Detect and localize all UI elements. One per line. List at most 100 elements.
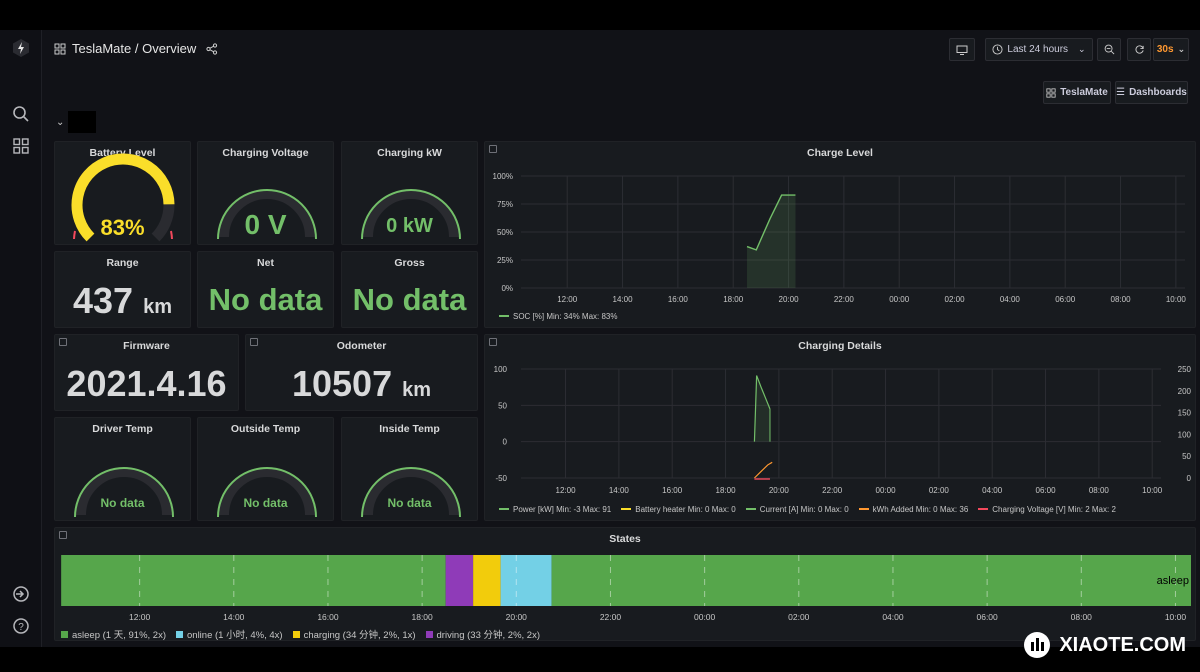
state-segment — [445, 555, 474, 606]
panel-title: Gross — [394, 257, 425, 269]
x-tick-label: 08:00 — [1071, 612, 1093, 622]
share-icon[interactable] — [206, 42, 218, 55]
legend-item[interactable]: Current [A] Min: 0 Max: 0 — [745, 505, 849, 514]
panel-charging-voltage: Charging Voltage 0 V — [197, 141, 334, 245]
y-tick-label: 100% — [493, 172, 513, 181]
top-navbar: TeslaMate / Overview Last 24 hours ⌄ 30s… — [42, 30, 1200, 70]
legend-item[interactable]: Battery heater Min: 0 Max: 0 — [621, 505, 736, 514]
x-tick-label: 06:00 — [1036, 486, 1057, 495]
help-icon[interactable]: ? — [11, 616, 31, 636]
menu-icon: ☰ — [1116, 87, 1126, 98]
panel-charging-kw: Charging kW 0 kW — [341, 141, 478, 245]
dashboards-icon[interactable] — [11, 136, 31, 156]
panel-driver-temp: Driver Temp No data — [54, 417, 191, 521]
refresh-interval-label: 30s — [1156, 44, 1174, 55]
y-right-tick-label: 150 — [1178, 409, 1192, 418]
charge-level-chart[interactable]: 100% 75% 50% 25% 0% 12:00 14:00 16:00 18:00 20:00… — [485, 142, 1197, 329]
x-tick-label: 10:00 — [1165, 612, 1187, 622]
sign-in-icon[interactable] — [11, 584, 31, 604]
x-tick-label: 10:00 — [1166, 295, 1187, 304]
panel-title: Firmware — [123, 340, 170, 352]
y-right-tick-label: 200 — [1178, 387, 1192, 396]
x-tick-label: 08:00 — [1111, 295, 1132, 304]
panel-title: Net — [257, 257, 274, 269]
dashboard-frame: ? TeslaMate / Overview Last 24 hours ⌄ 3… — [0, 30, 1200, 647]
x-tick-label: 22:00 — [834, 295, 855, 304]
odometer-value: 10507 — [291, 363, 393, 404]
legend-item[interactable]: SOC [%] Min: 34% Max: 83% — [499, 312, 617, 321]
state-segment — [473, 555, 501, 606]
dashboard-breadcrumb[interactable]: TeslaMate / Overview — [54, 41, 218, 56]
legend-item[interactable]: Charging Voltage [V] Min: 2 Max: 2 — [978, 505, 1116, 514]
legend-label: Charging Voltage [V] Min: 2 Max: 2 — [992, 504, 1116, 514]
x-tick-label: 08:00 — [1089, 486, 1110, 495]
teslamate-link[interactable]: TeslaMate — [1043, 81, 1111, 104]
x-tick-label: 06:00 — [976, 612, 998, 622]
y-tick-label: 75% — [497, 200, 513, 209]
clock-icon — [992, 44, 1003, 55]
sidebar: ? — [0, 30, 42, 647]
legend-item[interactable]: kWh Added Min: 0 Max: 36 — [858, 505, 968, 514]
y-right-tick-label: 250 — [1178, 365, 1192, 374]
dashboards-link[interactable]: ☰ Dashboards — [1115, 81, 1188, 104]
page-title: TeslaMate / Overview — [72, 41, 197, 56]
x-tick-label: 02:00 — [929, 486, 950, 495]
legend-item[interactable]: charging (34 分钟, 2%, 1x) — [292, 627, 416, 641]
states-legend[interactable]: asleep (1 天, 91%, 2x) online (1 小时, 4%, 4… — [61, 627, 550, 641]
x-tick-label: 02:00 — [788, 612, 810, 622]
legend-item[interactable]: asleep (1 天, 91%, 2x) — [61, 627, 166, 641]
watermark-logo-icon — [1024, 632, 1051, 658]
time-range-picker[interactable]: Last 24 hours ⌄ — [985, 38, 1093, 61]
range-value-wrap: 437 km — [55, 280, 190, 322]
legend-swatch — [499, 508, 509, 510]
zoom-out-button[interactable] — [1097, 38, 1121, 61]
x-tick-label: 14:00 — [613, 295, 634, 304]
range-value: 437 — [73, 280, 134, 321]
x-tick-label: 16:00 — [668, 295, 689, 304]
x-tick-label: 18:00 — [411, 612, 433, 622]
refresh-icon — [1135, 45, 1144, 54]
car-variable-selector[interactable]: ⌄ — [54, 111, 96, 133]
refresh-button[interactable] — [1127, 38, 1151, 61]
firmware-value: 2021.4.16 — [66, 363, 227, 404]
panel-net: Net No data — [197, 251, 334, 328]
charging-kw-value: 0 kW — [386, 215, 433, 237]
x-tick-label: 20:00 — [506, 612, 528, 622]
tv-mode-button[interactable] — [949, 38, 975, 61]
panel-title: Range — [106, 257, 139, 269]
soc-area — [747, 195, 796, 288]
legend-swatch — [978, 508, 989, 510]
panel-charging-details: Charging Details 100 50 0 -50 250 200 150 100 50… — [484, 334, 1196, 521]
panel-battery-level: Battery Level 83% — [54, 141, 191, 245]
charging-details-chart[interactable]: 100 50 0 -50 250 200 150 100 50 0 12:00 14:00 16:00 1… — [485, 335, 1197, 522]
odometer-unit: km — [402, 379, 432, 401]
net-value: No data — [208, 282, 323, 317]
dashboard-grid-icon — [54, 43, 66, 54]
legend-label: Power [kW] Min: -3 Max: 91 — [513, 504, 612, 514]
legend-item[interactable]: Power [kW] Min: -3 Max: 91 — [499, 505, 611, 514]
x-tick-label: 22:00 — [600, 612, 622, 622]
x-tick-label: 00:00 — [876, 486, 897, 495]
grafana-logo-icon[interactable] — [11, 38, 31, 58]
y-left-tick-label: 50 — [498, 401, 507, 410]
legend-swatch — [858, 508, 869, 510]
panel-outside-temp: Outside Temp No data — [197, 417, 334, 521]
panel-odometer: Odometer 10507 km — [245, 334, 478, 411]
charge-level-legend[interactable]: SOC [%] Min: 34% Max: 83% — [499, 310, 627, 321]
x-tick-label: 14:00 — [223, 612, 245, 622]
x-tick-label: 16:00 — [662, 486, 683, 495]
charging-details-legend[interactable]: Power [kW] Min: -3 Max: 91 Battery heater… — [499, 503, 1126, 514]
panel-states: States 12:00 14:00 16:00 18:00 20:00 22:00 00:… — [54, 527, 1196, 641]
legend-item[interactable]: driving (33 分钟, 2%, 2x) — [425, 627, 540, 641]
y-tick-label: 50% — [497, 228, 513, 237]
search-icon[interactable] — [11, 104, 31, 124]
legend-item[interactable]: online (1 小时, 4%, 4x) — [176, 627, 283, 641]
states-chart[interactable]: 12:00 14:00 16:00 18:00 20:00 22:00 00:00 02:00… — [55, 528, 1197, 642]
refresh-interval-picker[interactable]: 30s ⌄ — [1153, 38, 1189, 61]
legend-swatch — [745, 508, 756, 510]
range-unit: km — [143, 296, 172, 318]
driver-temp-value: No data — [100, 496, 145, 510]
x-tick-label: 04:00 — [1000, 295, 1021, 304]
charging-voltage-value: 0 V — [244, 209, 287, 240]
x-tick-label: 18:00 — [723, 295, 744, 304]
